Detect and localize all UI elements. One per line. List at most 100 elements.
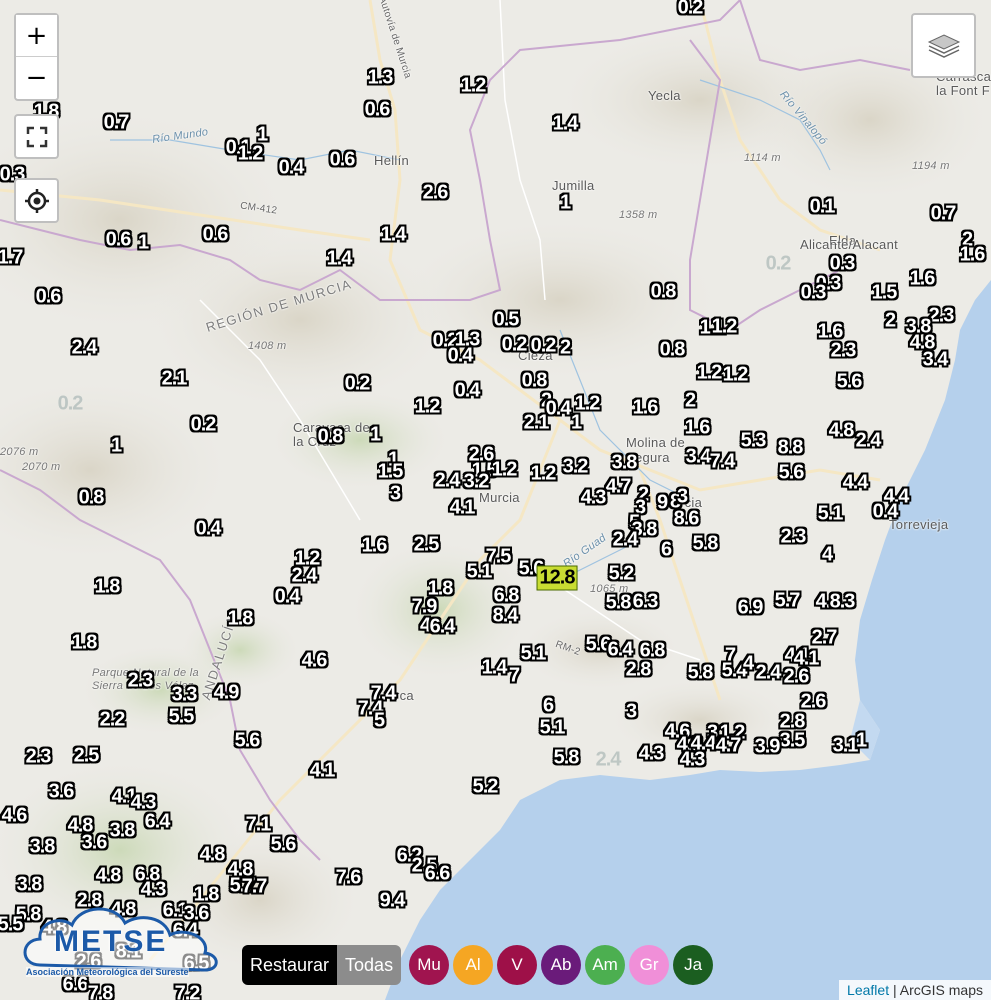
precip-value[interactable]: 2.4	[596, 749, 622, 772]
precip-value[interactable]: 6.3	[633, 591, 659, 614]
precip-value[interactable]: 2.4	[756, 662, 782, 685]
precip-value[interactable]: 1.4	[482, 657, 508, 680]
precip-value[interactable]: 2.5	[74, 745, 100, 768]
precip-value[interactable]: 2.1	[162, 368, 188, 391]
filter-ja-button[interactable]: Ja	[673, 945, 714, 985]
precip-value[interactable]: 0.4	[196, 518, 222, 541]
precip-value[interactable]: 1	[571, 412, 582, 435]
precip-value[interactable]: 4.7	[606, 476, 632, 499]
precip-value[interactable]: 3.9	[755, 736, 781, 759]
precip-value[interactable]: 0.2	[678, 0, 704, 20]
precip-value[interactable]: 2.3	[831, 340, 857, 363]
precip-value[interactable]: 7.7	[242, 876, 268, 899]
precip-value[interactable]: 1	[856, 730, 867, 753]
precip-value[interactable]: 0.4	[873, 501, 899, 524]
precip-value[interactable]: 0.1	[810, 196, 836, 219]
precip-value[interactable]: 3	[626, 701, 637, 724]
precip-value[interactable]: 5.1	[818, 503, 844, 526]
precip-value[interactable]: 1.2	[723, 364, 749, 387]
all-button[interactable]: Todas	[337, 945, 402, 985]
precip-value[interactable]: 5.8	[688, 662, 714, 685]
precip-value[interactable]: 3.6	[82, 832, 108, 855]
precip-value[interactable]: 5.6	[779, 462, 805, 485]
precip-value[interactable]: 3.5	[780, 730, 806, 753]
precip-value[interactable]: 0.2	[58, 393, 84, 416]
precip-value[interactable]: 7.1	[246, 814, 272, 837]
precip-value[interactable]: 7	[509, 665, 520, 688]
locate-button[interactable]	[14, 178, 59, 223]
precip-value[interactable]: 4.6	[2, 805, 28, 828]
precip-value[interactable]: 0.4	[448, 345, 474, 368]
precip-value[interactable]: 2.4	[856, 430, 882, 453]
precip-value[interactable]: 5	[374, 710, 385, 733]
precip-value[interactable]: 4.8	[200, 844, 226, 867]
precip-value[interactable]: 3.8	[17, 874, 43, 897]
precip-value[interactable]: 5.5	[169, 706, 195, 729]
precip-value[interactable]: 3.1	[833, 735, 859, 758]
precip-value[interactable]: 2.5	[414, 534, 440, 557]
precip-value[interactable]: 4.8	[96, 865, 122, 888]
precip-value[interactable]: 2.1	[524, 412, 550, 435]
precip-value[interactable]: 12.8	[536, 565, 578, 591]
precip-value[interactable]: 4.6	[302, 650, 328, 673]
precip-value[interactable]: 5.7	[775, 590, 801, 613]
precip-value[interactable]: 9	[657, 492, 668, 515]
precip-value[interactable]: 0.6	[365, 99, 391, 122]
precip-value[interactable]: 3.3	[172, 684, 198, 707]
layers-button[interactable]	[911, 13, 976, 78]
precip-value[interactable]: 0.8	[318, 426, 344, 449]
precip-value[interactable]: 0.7	[104, 112, 130, 135]
precip-value[interactable]: 0.6	[203, 224, 229, 247]
precip-value[interactable]: 0.4	[455, 380, 481, 403]
precip-value[interactable]: 6.6	[425, 863, 451, 886]
precip-value[interactable]: 3.4	[686, 446, 712, 469]
precip-value[interactable]: 2.4	[292, 565, 318, 588]
precip-value[interactable]: 5.3	[741, 430, 767, 453]
precip-value[interactable]: 2.6	[784, 666, 810, 689]
precip-value[interactable]: 0.2	[345, 373, 371, 396]
precip-value[interactable]: 8.4	[493, 605, 519, 628]
precip-value[interactable]: 1	[560, 192, 571, 215]
precip-value[interactable]: 7.2	[175, 983, 201, 1000]
precip-value[interactable]: 1	[111, 435, 122, 458]
zoom-out-button[interactable]: −	[16, 57, 57, 98]
precip-value[interactable]: 5.2	[609, 563, 635, 586]
precip-value[interactable]: 3.8	[110, 820, 136, 843]
precip-value[interactable]: 1.2	[238, 143, 264, 166]
precip-value[interactable]: 2.3	[781, 526, 807, 549]
precip-value[interactable]: 4.8	[829, 420, 855, 443]
precip-value[interactable]: 9.4	[380, 890, 406, 913]
precip-value[interactable]: 0.2	[766, 253, 792, 276]
precip-value[interactable]: 1.6	[960, 244, 986, 267]
precip-value[interactable]: 1.7	[0, 247, 23, 270]
map-view[interactable]: Hellín Yecla Jumilla Elda Alicante/Alaca…	[0, 0, 991, 1000]
precip-value[interactable]: 4	[822, 544, 833, 567]
precip-value[interactable]: 2.2	[100, 709, 126, 732]
precip-value[interactable]: 5.6	[271, 834, 297, 857]
filter-v-button[interactable]: V	[497, 945, 538, 985]
precip-value[interactable]: 1.4	[327, 248, 353, 271]
precip-value[interactable]: 6.4	[145, 811, 171, 834]
precip-value[interactable]: 4	[743, 653, 754, 676]
precip-value[interactable]: 0.4	[546, 398, 572, 421]
precip-value[interactable]: 0.2	[191, 414, 217, 437]
precip-value[interactable]: 2.8	[626, 659, 652, 682]
precip-value[interactable]: 5.8	[554, 747, 580, 770]
precip-value[interactable]: 1.6	[362, 535, 388, 558]
precip-value[interactable]: 1.2	[697, 362, 723, 385]
precip-value[interactable]: 4.1	[310, 760, 336, 783]
precip-value[interactable]: 1.8	[72, 632, 98, 655]
precip-value[interactable]: 5.1	[521, 643, 547, 666]
precip-value[interactable]: 3.8	[30, 836, 56, 859]
precip-value[interactable]: 0.8	[651, 281, 677, 304]
precip-value[interactable]: 4.3	[581, 487, 607, 510]
precip-value[interactable]: 4.1	[450, 497, 476, 520]
precip-value[interactable]: 2.3	[929, 305, 955, 328]
precip-value[interactable]: 3	[677, 486, 688, 509]
precip-value[interactable]: 4.4	[843, 472, 869, 495]
precip-value[interactable]: 1.2	[531, 463, 557, 486]
precip-value[interactable]: 5.6	[837, 371, 863, 394]
precip-value[interactable]: 5.6	[235, 730, 261, 753]
precip-value[interactable]: 1.6	[633, 397, 659, 420]
precip-value[interactable]: 8.8	[778, 437, 804, 460]
